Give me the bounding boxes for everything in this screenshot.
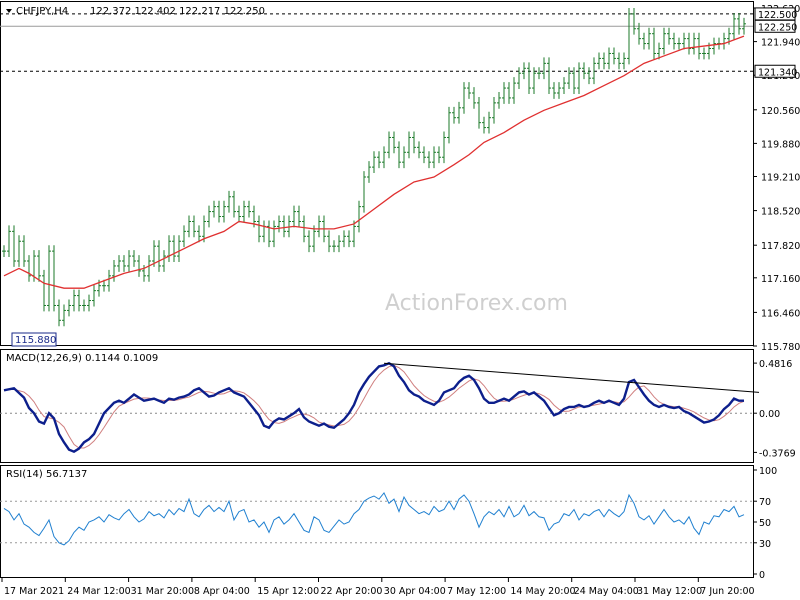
time-tick-label: 31 May 12:00 <box>637 586 702 597</box>
symbol-header: CHFJPY,H4 <box>16 6 68 17</box>
time-tick-label: 7 Jun 20:00 <box>700 586 754 597</box>
ohlc-header: 122.372 122.402 122.217 122.250 <box>90 6 265 17</box>
current-tag: 122.250 <box>754 19 797 33</box>
time-tick-label: 24 Mar 12:00 <box>67 586 130 597</box>
price-tick-label: 118.520 <box>761 207 800 218</box>
rsi-tick-label: 70 <box>759 497 771 508</box>
macd-tick-label: -0.3769 <box>759 448 796 459</box>
macd-axis: 0.4816 0.00 -0.3769 <box>753 359 796 459</box>
price-axis: 122.620121.940121.260120.560119.880119.2… <box>753 4 800 353</box>
time-tick-label: 31 Mar 20:00 <box>131 586 194 597</box>
time-tick-label: 30 Apr 04:00 <box>384 586 446 597</box>
resistance-tag: 122.500 <box>754 7 797 21</box>
resistance-price-label: 122.500 <box>758 10 797 21</box>
watermark: ActionForex.com <box>385 291 568 316</box>
rsi-tick-label: 0 <box>759 570 765 581</box>
price-tick-label: 119.210 <box>761 173 800 184</box>
price-tick-label: 117.160 <box>761 274 800 285</box>
rsi-panel-frame <box>0 465 754 578</box>
price-panel-frame <box>0 1 754 346</box>
current-price-label: 122.250 <box>758 22 797 33</box>
macd-tick-label: 0.00 <box>759 409 780 420</box>
rsi-panel: RSI(14) 56.7137 100 70 50 30 0 <box>0 465 777 581</box>
price-tick-label: 116.460 <box>761 308 800 319</box>
time-axis: 17 Mar 2021 24 Mar 12:00 31 Mar 20:00 8 Apr… <box>1 578 755 597</box>
time-tick-label: 15 Apr 12:00 <box>257 586 319 597</box>
time-tick-label: 22 Apr 20:00 <box>321 586 383 597</box>
chart-canvas: ActionForex.com CHFJPY,H4 122.372 122.40… <box>0 1 800 597</box>
price-tick-label: 115.780 <box>761 342 800 353</box>
price-tick-label: 121.940 <box>761 38 800 49</box>
time-tick-label: 17 Mar 2021 <box>4 586 64 597</box>
time-tick-label: 8 Apr 04:00 <box>194 586 250 597</box>
rsi-axis: 100 70 50 30 0 <box>753 466 777 581</box>
rsi-label: RSI(14) 56.7137 <box>6 469 87 480</box>
rsi-tick-label: 50 <box>759 518 771 529</box>
time-tick-label: 24 May 04:00 <box>574 586 639 597</box>
macd-tick-label: 0.4816 <box>759 359 792 370</box>
time-tick-label: 7 May 12:00 <box>447 586 506 597</box>
rsi-tick-label: 30 <box>759 539 771 550</box>
macd-panel-frame <box>0 349 754 463</box>
macd-panel: MACD(12,26,9) 0.1144 0.1009 0.4816 0.00 -0… <box>0 349 796 463</box>
support-tag: 121.340 <box>754 64 797 78</box>
price-tick-label: 117.820 <box>761 241 800 252</box>
time-tick-label: 14 May 20:00 <box>510 586 575 597</box>
support-price-label: 121.340 <box>758 67 797 78</box>
price-tick-label: 120.560 <box>761 106 800 117</box>
macd-label: MACD(12,26,9) 0.1144 0.1009 <box>6 353 158 364</box>
low-price-label: 115.880 <box>15 335 56 346</box>
price-panel: ActionForex.com CHFJPY,H4 122.372 122.40… <box>0 1 800 353</box>
price-tick-label: 119.880 <box>761 139 800 150</box>
rsi-tick-label: 100 <box>759 466 777 477</box>
